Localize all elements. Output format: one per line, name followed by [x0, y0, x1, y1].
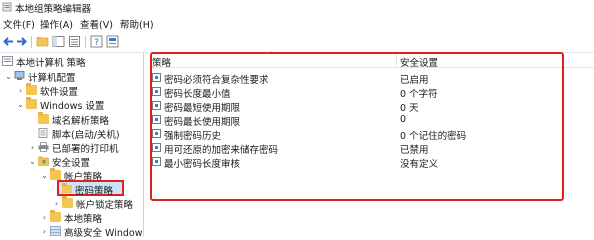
tree-node-windows-settings[interactable]: ⌄ Windows 设置 — [16, 97, 142, 112]
tree-node-lockout-policy[interactable]: › 帐户锁定策略 — [52, 196, 142, 211]
tree-node-computer-config[interactable]: ⌄ 计算机配置 — [4, 70, 142, 84]
chevron-right-icon[interactable] — [28, 115, 37, 124]
tree-node-label: 计算机配置 — [28, 73, 76, 84]
tree-node-local-policies[interactable]: › 本地策略 — [40, 210, 142, 225]
title-bar: 本地组策略编辑器 — [0, 0, 594, 15]
tree-node-advanced-firewall[interactable]: › 高级安全 Windows — [40, 225, 144, 237]
tree-node-name-resolution[interactable]: 域名解析策略 — [28, 112, 142, 127]
menu-help[interactable]: 帮助(H) — [120, 17, 154, 31]
tree-node-label: 密码策略 — [75, 186, 114, 197]
tree-node-label: 脚本(启动/关机) — [52, 130, 120, 141]
back-icon[interactable] — [2, 35, 15, 48]
help-icon[interactable]: ? — [90, 35, 103, 48]
folder-icon — [50, 168, 61, 180]
chevron-right-icon[interactable]: › — [40, 227, 49, 236]
menu-file[interactable]: 文件(F) — [3, 17, 35, 31]
tree-node-scripts[interactable]: 脚本(启动/关机) — [28, 127, 142, 141]
chevron-right-icon[interactable] — [28, 129, 37, 138]
svg-text:?: ? — [94, 38, 99, 48]
tree-node-root[interactable]: 本地计算机 策略 — [2, 55, 142, 69]
toolbar-separator — [31, 36, 32, 48]
folder-icon — [26, 83, 37, 95]
menu-action[interactable]: 操作(A) — [40, 17, 73, 31]
folder-icon — [62, 196, 73, 208]
menu-view[interactable]: 查看(V) — [80, 17, 113, 31]
tree-node-label: 软件设置 — [40, 87, 79, 98]
forward-icon[interactable] — [15, 35, 28, 48]
folder-open-icon — [62, 183, 72, 193]
toolbar: ? — [0, 32, 594, 53]
chevron-right-icon[interactable]: › — [28, 143, 37, 152]
printer-icon — [38, 142, 49, 152]
chevron-down-icon[interactable]: ⌄ — [28, 157, 37, 166]
tree-node-label: 帐户锁定策略 — [76, 200, 134, 211]
show-tree-icon[interactable] — [52, 35, 65, 48]
export-list-icon[interactable] — [68, 35, 81, 48]
script-icon — [38, 128, 48, 138]
properties-icon[interactable] — [106, 35, 119, 48]
chevron-right-icon[interactable]: › — [16, 86, 25, 95]
chevron-right-icon[interactable]: › — [52, 199, 61, 208]
tree-node-printers[interactable]: › 已部署的打印机 — [28, 141, 142, 155]
menu-bar: 文件(F) 操作(A) 查看(V) 帮助(H) — [0, 15, 594, 31]
tree-node-label: 高级安全 Windows — [64, 228, 144, 237]
security-icon — [38, 156, 49, 166]
folder-icon — [26, 97, 37, 109]
highlight-annotation — [150, 52, 564, 201]
window-title: 本地组策略编辑器 — [15, 4, 92, 15]
computer-icon — [14, 71, 25, 80]
chevron-down-icon[interactable]: ⌄ — [16, 100, 25, 109]
tree-node-label: Windows 设置 — [40, 101, 105, 112]
tree-node-label: 已部署的打印机 — [52, 144, 119, 155]
tree-node-label: 安全设置 — [52, 158, 91, 169]
tree-node-password-policy[interactable]: 密码策略 — [57, 180, 124, 197]
chevron-down-icon[interactable]: ⌄ — [40, 171, 49, 180]
folder-icon — [38, 112, 49, 124]
folder-icon — [50, 210, 61, 222]
tree-node-security-settings[interactable]: ⌄ 安全设置 — [28, 155, 142, 169]
computer-policy-icon — [2, 56, 13, 66]
policy-editor-icon — [2, 2, 12, 12]
folder-up-icon[interactable] — [36, 35, 49, 48]
firewall-icon — [50, 226, 61, 236]
tree-node-label: 本地策略 — [64, 214, 103, 225]
chevron-right-icon[interactable]: › — [40, 213, 49, 222]
navigation-tree: 本地计算机 策略 ⌄ 计算机配置 › 软件设置 ⌄ Windows 设置 域名解… — [0, 53, 144, 237]
tree-node-label: 域名解析策略 — [52, 116, 110, 127]
toolbar-separator — [85, 36, 86, 48]
tree-node-software-settings[interactable]: › 软件设置 — [16, 83, 142, 98]
tree-node-label: 本地计算机 策略 — [16, 58, 86, 69]
chevron-down-icon[interactable]: ⌄ — [4, 72, 13, 81]
